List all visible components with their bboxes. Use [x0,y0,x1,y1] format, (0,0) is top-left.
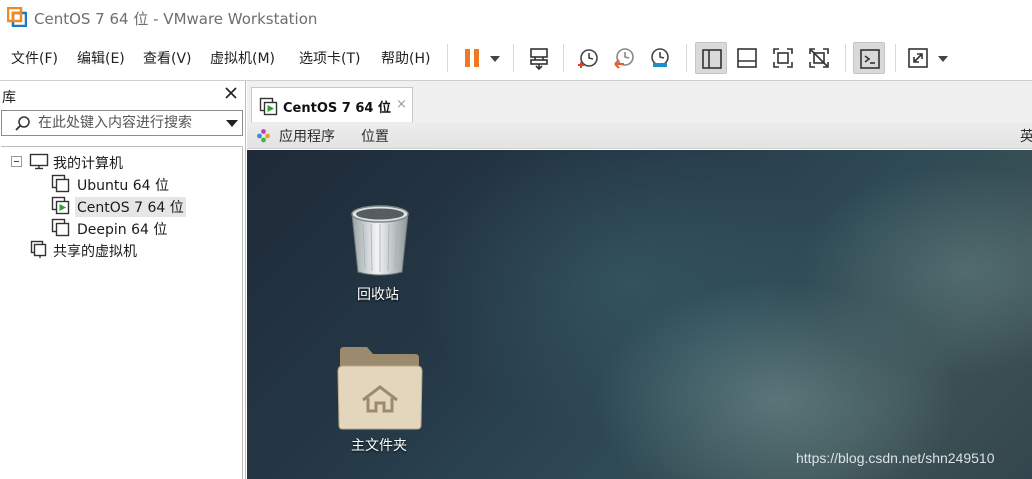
watermark-text: https://blog.csdn.net/shn249510 [796,450,995,466]
window-title: CentOS 7 64 位 - VMware Workstation [34,10,318,28]
guest-input-method-indicator[interactable]: 英 [1020,126,1032,146]
search-dropdown-arrow-icon[interactable] [226,120,238,127]
snapshot-revert-icon [614,48,634,69]
vm-icon [51,174,70,193]
snapshot-manager-icon [651,48,669,67]
menu-vm[interactable]: 虚拟机(M) [210,48,275,68]
library-header: 库 [0,81,245,109]
pause-button[interactable] [456,42,488,74]
stretch-dropdown-arrow-icon[interactable] [938,56,948,62]
library-title: 库 [2,90,16,106]
tree-item-vm-centos[interactable]: CentOS 7 64 位 [51,195,241,217]
take-snapshot-button[interactable] [572,42,604,74]
guest-top-panel: 应用程序 位置 英 [247,122,1032,149]
menu-file[interactable]: 文件(F) [11,48,58,68]
menu-view[interactable]: 查看(V) [143,48,192,68]
tree-item-my-computer[interactable]: 我的计算机 [1,151,241,172]
desktop-item-trash[interactable]: 回收站 [332,198,432,308]
tab-label: CentOS 7 64 位 [283,101,391,116]
tree-item-vm-ubuntu[interactable]: Ubuntu 64 位 [51,173,241,194]
desktop-item-label: 回收站 [357,287,399,303]
desktop-item-label: 主文件夹 [351,438,407,454]
pause-icon [465,49,479,67]
desktop-item-home-folder[interactable]: 主文件夹 [327,342,437,457]
show-library-button[interactable] [695,42,727,74]
menu-toolbar-bar: 文件(F) 编辑(E) 查看(V) 虚拟机(M) 选项卡(T) 帮助(H) [0,36,1032,80]
toolbar-separator [895,44,896,72]
show-thumbnail-bar-button[interactable] [731,42,763,74]
revert-snapshot-button[interactable] [608,42,640,74]
menu-tabs[interactable]: 选项卡(T) [299,48,360,68]
show-thumbnail-bar-icon [737,48,757,68]
unity-button[interactable] [803,42,835,74]
toolbar-separator [686,44,687,72]
tab-close-icon[interactable]: × [396,97,407,112]
full-screen-icon [773,48,793,68]
library-panel: 库 我的计算机 Ubuntu 64 [0,81,246,479]
search-input[interactable] [38,113,214,133]
tab-centos[interactable]: CentOS 7 64 位 × [251,87,413,122]
tree-item-label: 我的计算机 [53,156,123,172]
computer-icon [29,153,49,170]
vm-tab-strip: CentOS 7 64 位 × [247,81,1032,122]
tree-item-vm-deepin[interactable]: Deepin 64 位 [51,217,241,238]
home-folder-icon [337,347,423,430]
menu-edit[interactable]: 编辑(E) [77,48,125,68]
toolbar-separator [447,44,448,72]
snapshot-take-icon [578,49,598,68]
trash-icon [351,205,409,276]
snapshot-manager-button[interactable] [644,42,676,74]
guest-applications-menu[interactable]: 应用程序 [279,126,335,146]
collapse-toggle-icon[interactable] [11,156,22,167]
send-ctrl-alt-del-icon [530,48,548,70]
close-icon[interactable] [224,86,238,100]
stretch-guest-button[interactable] [902,42,934,74]
search-icon [15,116,30,131]
send-ctrl-alt-del-button[interactable] [523,42,555,74]
toolbar-separator [513,44,514,72]
full-screen-button[interactable] [767,42,799,74]
guest-desktop[interactable]: 回收站 主文件夹 https://blog.csdn.net/shn249510 [247,150,1032,479]
applications-menu-icon [257,129,270,143]
tree-item-label: 共享的虚拟机 [53,244,137,260]
console-view-button[interactable] [853,42,885,74]
stretch-guest-icon [908,48,928,68]
unity-icon [809,48,829,68]
tree-item-label: CentOS 7 64 位 [75,197,186,217]
toolbar-separator [563,44,564,72]
vmware-logo-icon [7,7,27,27]
guest-places-menu[interactable]: 位置 [361,126,389,146]
tree-item-label: Ubuntu 64 位 [77,178,169,194]
console-view-icon [860,49,880,69]
library-tree: 我的计算机 Ubuntu 64 位 CentOS 7 64 位 Deepin 6… [1,146,243,479]
shared-vms-icon [30,240,47,258]
tree-item-label: Deepin 64 位 [77,222,168,238]
vm-running-icon [259,97,278,116]
tree-item-shared-vms[interactable]: 共享的虚拟机 [29,239,241,260]
toolbar-separator [845,44,846,72]
vm-icon [51,218,70,237]
menu-help[interactable]: 帮助(H) [381,48,430,68]
title-bar: CentOS 7 64 位 - VMware Workstation [0,0,1032,36]
vm-running-icon [51,196,70,215]
show-library-icon [702,49,722,69]
pause-dropdown-arrow-icon[interactable] [490,56,500,62]
library-search-box[interactable] [1,110,243,136]
